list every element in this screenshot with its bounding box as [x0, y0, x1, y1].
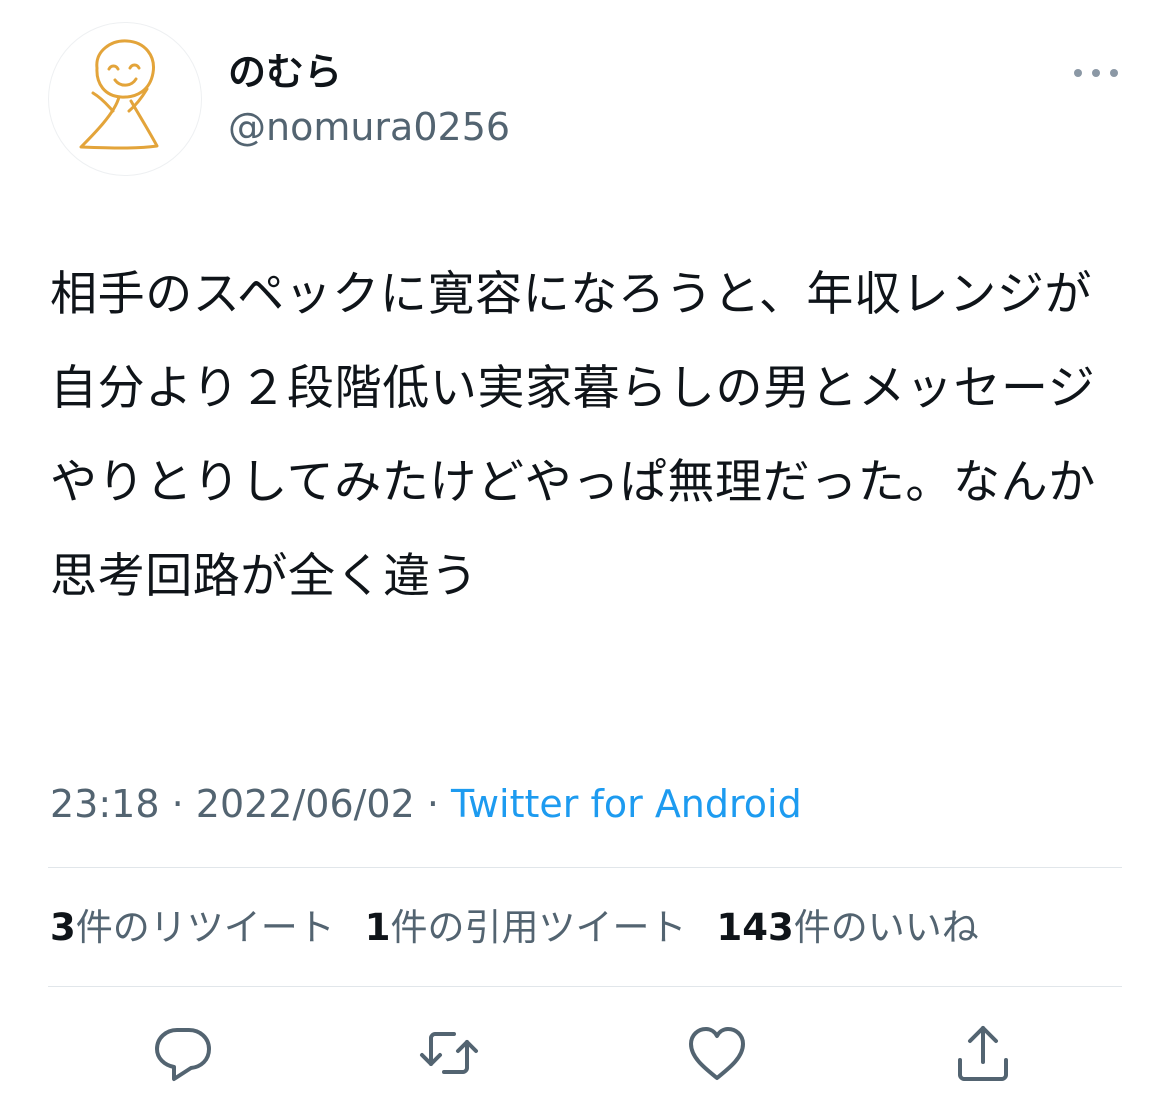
like-icon[interactable] [684, 1020, 750, 1086]
quote-label: 件の引用ツイート [390, 906, 687, 949]
meta-separator: · [159, 782, 196, 826]
divider [48, 867, 1122, 868]
tweet-metadata: 23:18 · 2022/06/02 · Twitter for Android [50, 778, 802, 830]
tweet-time[interactable]: 23:18 [50, 782, 160, 826]
more-options-icon[interactable] [1068, 58, 1124, 88]
divider [48, 986, 1122, 987]
like-label: 件のいいね [793, 906, 979, 949]
quotes-stat[interactable]: 1件の引用ツイート [365, 902, 687, 954]
tweet-source-link[interactable]: Twitter for Android [451, 782, 802, 826]
tweet-stats: 3件のリツイート 1件の引用ツイート 143件のいいね [50, 902, 979, 954]
tweet-date[interactable]: 2022/06/02 [196, 782, 415, 826]
author-display-name[interactable]: のむら [228, 48, 342, 96]
retweet-label: 件のリツイート [75, 906, 335, 949]
avatar[interactable] [48, 22, 202, 176]
share-icon[interactable] [950, 1020, 1016, 1086]
likes-stat[interactable]: 143件のいいね [717, 902, 979, 954]
retweet-count: 3 [50, 906, 76, 949]
meta-separator: · [414, 782, 452, 826]
retweet-icon[interactable] [416, 1020, 482, 1086]
hand-drawn-smiley-avatar-icon [79, 39, 159, 150]
like-count: 143 [716, 906, 794, 949]
quote-count: 1 [364, 906, 391, 949]
tweet-text: 相手のスペックに寛容になろうと、年収レンジが自分より２段階低い実家暮らしの男とメ… [50, 267, 1096, 604]
retweets-stat[interactable]: 3件のリツイート [50, 902, 335, 954]
reply-icon[interactable] [150, 1020, 216, 1086]
author-handle[interactable]: @nomura0256 [228, 103, 510, 151]
